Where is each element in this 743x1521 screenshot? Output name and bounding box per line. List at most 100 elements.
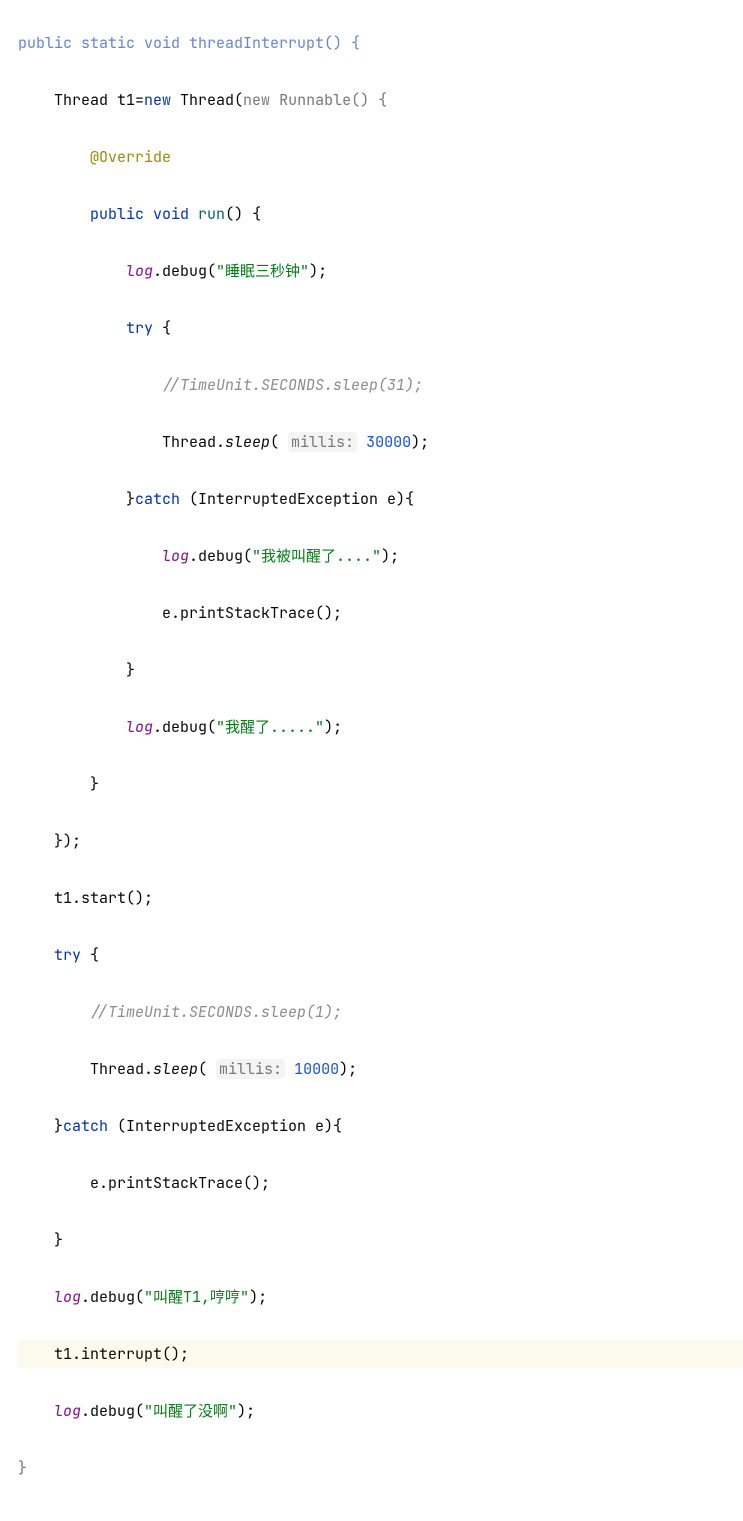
method: run [189, 204, 225, 224]
number: 10000 [294, 1059, 339, 1079]
code-text: Thread. [18, 432, 225, 452]
code-line: log.debug("我被叫醒了...."); [18, 542, 743, 571]
code-text: t1.start(); [18, 888, 153, 908]
string: "叫醒了没啊" [144, 1401, 237, 1421]
indent [18, 318, 126, 338]
code-text: Runnable() { [270, 90, 387, 110]
code-line: log.debug("我醒了....."); [18, 713, 743, 742]
method: sleep [153, 1059, 198, 1079]
string: "叫醒T1,哼哼" [144, 1287, 249, 1307]
indent [18, 546, 162, 566]
code-text: }); [18, 831, 81, 851]
indent [18, 1401, 54, 1421]
indent [18, 945, 54, 965]
string: "我醒了....." [216, 717, 324, 737]
keyword: public [90, 204, 144, 224]
code-line: @Override [18, 143, 743, 172]
code-text: Thread( [171, 90, 243, 110]
code-line: log.debug("叫醒了没啊"); [18, 1397, 743, 1426]
code-text: ); [324, 717, 342, 737]
indent [18, 717, 126, 737]
param-hint: millis: [288, 432, 357, 452]
code-text: } [18, 660, 135, 680]
code-line: } [18, 770, 743, 799]
code-text: ); [339, 1059, 357, 1079]
code-text: (InterruptedException e){ [180, 489, 414, 509]
keyword: catch [135, 489, 180, 509]
keyword: catch [63, 1116, 108, 1136]
keyword: try [54, 945, 81, 965]
code-text: } [18, 1230, 63, 1250]
keyword-new: new [243, 90, 270, 110]
code-text: () { [225, 204, 261, 224]
code-line: try { [18, 314, 743, 343]
code-line: Thread.sleep( millis: 30000); [18, 428, 743, 457]
keyword-new: new [144, 90, 171, 110]
keyword: try [126, 318, 153, 338]
indent [18, 204, 90, 224]
field: log [54, 1287, 81, 1307]
code-line: Thread t1=new Thread(new Runnable() { [18, 86, 743, 115]
code-text: .debug( [189, 546, 252, 566]
code-text: } [18, 774, 99, 794]
code-text [285, 1059, 294, 1079]
code-text: { [81, 945, 99, 965]
code-line: }); [18, 827, 743, 856]
code-line: //TimeUnit.SECONDS.sleep(1); [18, 998, 743, 1027]
number: 30000 [366, 432, 411, 452]
comment: //TimeUnit.SECONDS.sleep(1); [90, 1002, 342, 1022]
annotation: @Override [90, 147, 171, 167]
code-line: //TimeUnit.SECONDS.sleep(31); [18, 371, 743, 400]
code-line: log.debug("叫醒T1,哼哼"); [18, 1283, 743, 1312]
code-text: ); [381, 546, 399, 566]
string: "我被叫醒了...." [252, 546, 381, 566]
indent [18, 1287, 54, 1307]
code-line: t1.start(); [18, 884, 743, 913]
indent [18, 147, 90, 167]
code-line: try { [18, 941, 743, 970]
code-line: }catch (InterruptedException e){ [18, 485, 743, 514]
field: log [126, 261, 153, 281]
code-text: e.printStackTrace(); [18, 603, 342, 623]
code-text: ); [249, 1287, 267, 1307]
code-text: .debug( [81, 1287, 144, 1307]
comment: //TimeUnit.SECONDS.sleep(31); [162, 375, 423, 395]
code-text: .debug( [153, 717, 216, 737]
code-line: }catch (InterruptedException e){ [18, 1112, 743, 1141]
code-line-highlighted: t1.interrupt(); [18, 1340, 743, 1369]
code-text: { [153, 318, 171, 338]
indent [18, 1002, 90, 1022]
indent [18, 261, 126, 281]
code-text: .debug( [153, 261, 216, 281]
code-line: } [18, 1226, 743, 1255]
code-block: public static void threadInterrupt() { T… [0, 0, 743, 1521]
code-text: .debug( [81, 1401, 144, 1421]
code-text: public static void threadInterrupt() { [18, 33, 360, 53]
code-line: e.printStackTrace(); [18, 599, 743, 628]
code-text: ( [270, 432, 288, 452]
code-text: } [18, 1116, 63, 1136]
field: log [162, 546, 189, 566]
code-line: log.debug("睡眠三秒钟"); [18, 257, 743, 286]
code-line: public void run() { [18, 200, 743, 229]
code-line: public static void threadInterrupt() { [18, 29, 743, 58]
param-hint: millis: [216, 1059, 285, 1079]
code-text: ); [411, 432, 429, 452]
field: log [54, 1401, 81, 1421]
code-text: ); [309, 261, 327, 281]
code-text: } [18, 1458, 27, 1478]
field: log [126, 717, 153, 737]
code-line: Thread.sleep( millis: 10000); [18, 1055, 743, 1084]
code-text [357, 432, 366, 452]
code-text: t1.interrupt(); [18, 1344, 189, 1364]
code-text: Thread. [18, 1059, 153, 1079]
method: sleep [225, 432, 270, 452]
keyword: void [144, 204, 189, 224]
code-text: ); [237, 1401, 255, 1421]
string: "睡眠三秒钟" [216, 261, 309, 281]
code-text: e.printStackTrace(); [18, 1173, 270, 1193]
code-line: e.printStackTrace(); [18, 1169, 743, 1198]
code-text: Thread t1= [18, 90, 144, 110]
indent [18, 375, 162, 395]
code-line: } [18, 1454, 743, 1483]
